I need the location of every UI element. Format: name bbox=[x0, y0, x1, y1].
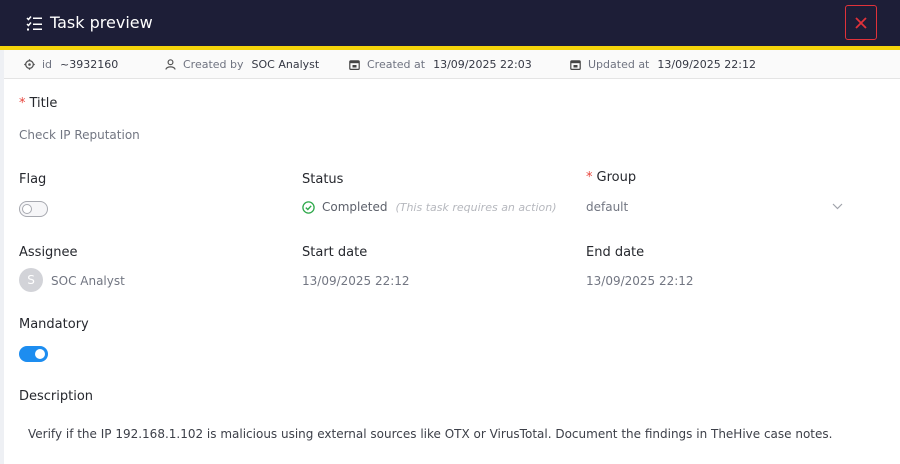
meta-created-at-label: Created at bbox=[367, 58, 426, 71]
meta-created-at: Created at 13/09/2025 22:03 bbox=[349, 50, 532, 79]
required-mark: * bbox=[19, 96, 26, 111]
meta-updated-at: Updated at 13/09/2025 22:12 bbox=[570, 50, 756, 79]
modal-title: Task preview bbox=[50, 13, 153, 32]
group-label: * Group bbox=[586, 170, 637, 185]
status-note: (This task requires an action) bbox=[395, 200, 557, 214]
start-date-label: Start date bbox=[302, 245, 368, 260]
modal-header: Task preview bbox=[0, 0, 900, 46]
status-label: Status bbox=[302, 172, 344, 187]
user-icon bbox=[165, 59, 176, 70]
title-value[interactable]: Check IP Reputation bbox=[19, 127, 140, 143]
start-date-value[interactable]: 13/09/2025 22:12 bbox=[302, 273, 410, 289]
end-date-value[interactable]: 13/09/2025 22:12 bbox=[586, 273, 694, 289]
assignee-label: Assignee bbox=[19, 245, 78, 260]
toggle-knob bbox=[35, 349, 45, 359]
meta-created-by-label: Created by bbox=[183, 58, 244, 71]
description-label: Description bbox=[19, 389, 94, 404]
description-text[interactable]: Verify if the IP 192.168.1.102 is malici… bbox=[28, 426, 832, 442]
meta-id: id ~3932160 bbox=[24, 50, 118, 79]
required-mark: * bbox=[586, 170, 593, 185]
assignee-value[interactable]: SOC Analyst bbox=[51, 273, 125, 289]
meta-id-label: id bbox=[42, 58, 53, 71]
check-circle-icon bbox=[302, 200, 315, 214]
avatar: S bbox=[19, 268, 43, 292]
meta-created-at-value: 13/09/2025 22:03 bbox=[433, 58, 532, 71]
task-list-icon bbox=[26, 16, 42, 31]
flag-label: Flag bbox=[19, 172, 47, 187]
status-value: Completed bbox=[322, 200, 388, 214]
group-select[interactable]: default bbox=[585, 197, 847, 217]
close-button[interactable] bbox=[845, 5, 877, 40]
gear-icon bbox=[24, 59, 35, 70]
group-value: default bbox=[586, 200, 629, 214]
meta-created-by-value: SOC Analyst bbox=[251, 58, 320, 71]
close-icon bbox=[855, 16, 867, 29]
meta-updated-at-label: Updated at bbox=[588, 58, 650, 71]
title-label: * Title bbox=[19, 96, 58, 111]
flag-toggle[interactable] bbox=[19, 201, 48, 217]
meta-updated-at-value: 13/09/2025 22:12 bbox=[657, 58, 756, 71]
mandatory-label: Mandatory bbox=[19, 317, 89, 332]
meta-created-by: Created by SOC Analyst bbox=[165, 50, 319, 79]
task-meta-bar: id ~3932160 Created by SOC Analyst Creat… bbox=[4, 50, 900, 79]
calendar-icon bbox=[349, 60, 360, 70]
calendar-icon bbox=[570, 60, 581, 70]
meta-id-value: ~3932160 bbox=[60, 58, 119, 71]
toggle-knob bbox=[22, 204, 32, 214]
end-date-label: End date bbox=[586, 245, 645, 260]
status-field[interactable]: Completed (This task requires an action) bbox=[302, 199, 562, 215]
chevron-down-icon bbox=[832, 203, 843, 210]
mandatory-toggle[interactable] bbox=[19, 346, 48, 362]
